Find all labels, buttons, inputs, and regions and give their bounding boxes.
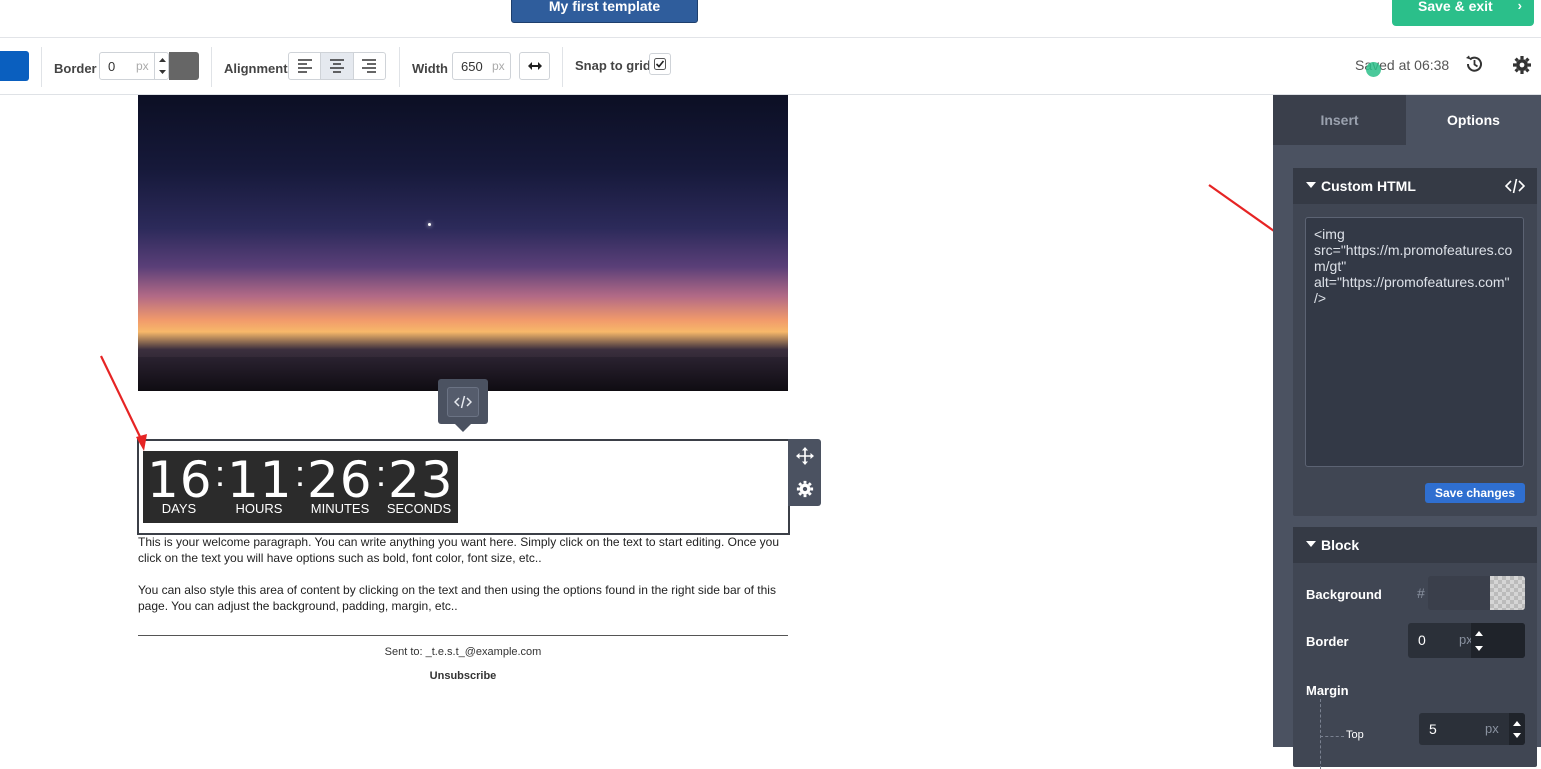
- options-sidebar: Insert Options Custom HTML <img src="htt…: [1273, 95, 1541, 769]
- snap-to-grid-label: Snap to grid: [575, 58, 651, 73]
- border-label: Border: [54, 61, 97, 76]
- block-title: Block: [1321, 537, 1360, 553]
- code-icon: [454, 395, 472, 408]
- width-label: Width: [412, 61, 448, 76]
- width-arrows-icon: [527, 62, 542, 70]
- move-block-button[interactable]: [788, 439, 821, 472]
- margin-top-input[interactable]: 5 px: [1419, 713, 1525, 745]
- chevron-right-icon: ›: [1517, 0, 1522, 13]
- margin-top-label: Top: [1346, 729, 1364, 741]
- block-toolbar: Border 0 px Alignment Width 650 px Snap …: [0, 38, 1541, 95]
- toolbar-divider: [211, 47, 212, 87]
- hero-image[interactable]: [138, 95, 788, 391]
- block-border-input[interactable]: 0 px: [1408, 623, 1525, 658]
- width-value: 650: [461, 59, 483, 74]
- template-name-button[interactable]: My first template: [511, 0, 698, 23]
- welcome-paragraph[interactable]: This is your welcome paragraph. You can …: [138, 534, 788, 566]
- history-icon: [1466, 55, 1482, 72]
- tab-options[interactable]: Options: [1406, 95, 1541, 145]
- custom-html-header[interactable]: Custom HTML: [1293, 168, 1537, 204]
- unsubscribe-link[interactable]: Unsubscribe: [138, 670, 788, 682]
- border-width-input[interactable]: 0 px: [99, 52, 169, 80]
- timer-separator: :: [215, 453, 226, 494]
- block-header[interactable]: Block: [1293, 527, 1537, 563]
- star-sparkle: [428, 223, 431, 226]
- history-button[interactable]: [1464, 54, 1484, 79]
- margin-tree-line: [1320, 699, 1321, 769]
- hex-hash: #: [1417, 585, 1425, 601]
- custom-html-textarea[interactable]: <img src="https://m.promofeatures.com/gt…: [1305, 217, 1524, 467]
- save-exit-label: Save & exit: [1418, 0, 1493, 14]
- block-border-value: 0: [1418, 632, 1426, 648]
- color-swatch-button[interactable]: [0, 51, 29, 81]
- border-width-unit: px: [136, 59, 149, 73]
- align-center-icon: [329, 59, 344, 73]
- gear-icon: [796, 480, 813, 497]
- timer-label-days: DAYS: [161, 501, 197, 516]
- border-width-value: 0: [108, 59, 116, 74]
- snap-to-grid-checkbox[interactable]: [649, 53, 671, 75]
- custom-html-section: Custom HTML <img src="https://m.promofea…: [1293, 168, 1537, 516]
- block-border-stepper[interactable]: [1471, 623, 1525, 658]
- align-left-icon: [297, 59, 312, 73]
- toolbar-divider: [41, 47, 42, 87]
- saved-indicator-dot: [1366, 62, 1381, 77]
- footer-divider: [138, 635, 788, 636]
- custom-html-title: Custom HTML: [1321, 178, 1416, 194]
- background-color-swatch[interactable]: [1490, 576, 1525, 610]
- tab-insert[interactable]: Insert: [1273, 95, 1406, 145]
- toolbar-divider: [562, 47, 563, 87]
- margin-top-value: 5: [1429, 721, 1437, 737]
- block-tools: [788, 439, 821, 506]
- checkbox-checked-icon: [654, 58, 666, 70]
- caret-down-icon: [1306, 541, 1316, 547]
- width-unit: px: [492, 59, 505, 73]
- align-right-icon: [362, 59, 377, 73]
- align-center-button[interactable]: [321, 53, 354, 79]
- background-label: Background: [1306, 587, 1382, 602]
- block-border-label: Border: [1306, 634, 1349, 649]
- alignment-label: Alignment: [224, 61, 288, 76]
- margin-top-stepper[interactable]: [1509, 713, 1525, 745]
- alignment-group: [288, 52, 386, 80]
- gear-icon: [1513, 56, 1531, 74]
- save-changes-button[interactable]: Save changes: [1425, 483, 1525, 503]
- timer-label-seconds: SECONDS: [386, 501, 452, 516]
- settings-button[interactable]: [1512, 55, 1532, 80]
- margin-label: Margin: [1306, 683, 1349, 698]
- margin-tree-branch: [1320, 736, 1344, 737]
- align-left-button[interactable]: [289, 53, 322, 79]
- popover-pointer: [455, 424, 471, 432]
- countdown-timer: 16 : 11 : 26 : 23 DAYS HOURS MINUTES SEC…: [143, 451, 458, 523]
- background-hex-input[interactable]: [1428, 576, 1490, 610]
- sent-to-text: Sent to: _t.e.s.t_@example.com: [384, 646, 542, 658]
- width-input[interactable]: 650 px: [452, 52, 511, 80]
- timer-label-minutes: MINUTES: [310, 501, 370, 516]
- block-section: Block Background # Border 0 px Margin To…: [1293, 527, 1537, 769]
- code-icon[interactable]: [1505, 178, 1525, 194]
- full-width-button[interactable]: [519, 52, 550, 80]
- caret-down-icon: [1306, 182, 1316, 188]
- edit-html-button[interactable]: [447, 386, 479, 417]
- style-paragraph[interactable]: You can also style this area of content …: [138, 582, 788, 614]
- border-color-swatch[interactable]: [169, 52, 199, 80]
- block-settings-button[interactable]: [788, 472, 821, 505]
- top-bar: My first template Save & exit ›: [0, 0, 1541, 38]
- save-and-exit-button[interactable]: Save & exit ›: [1392, 0, 1534, 26]
- toolbar-divider: [399, 47, 400, 87]
- align-right-button[interactable]: [354, 53, 385, 79]
- move-icon: [795, 446, 814, 465]
- border-stepper[interactable]: [154, 53, 169, 79]
- margin-top-unit: px: [1485, 721, 1499, 736]
- timer-separator: :: [295, 453, 306, 494]
- timer-label-hours: HOURS: [235, 501, 283, 516]
- edit-html-popover[interactable]: [438, 379, 488, 432]
- timer-separator: :: [376, 453, 387, 494]
